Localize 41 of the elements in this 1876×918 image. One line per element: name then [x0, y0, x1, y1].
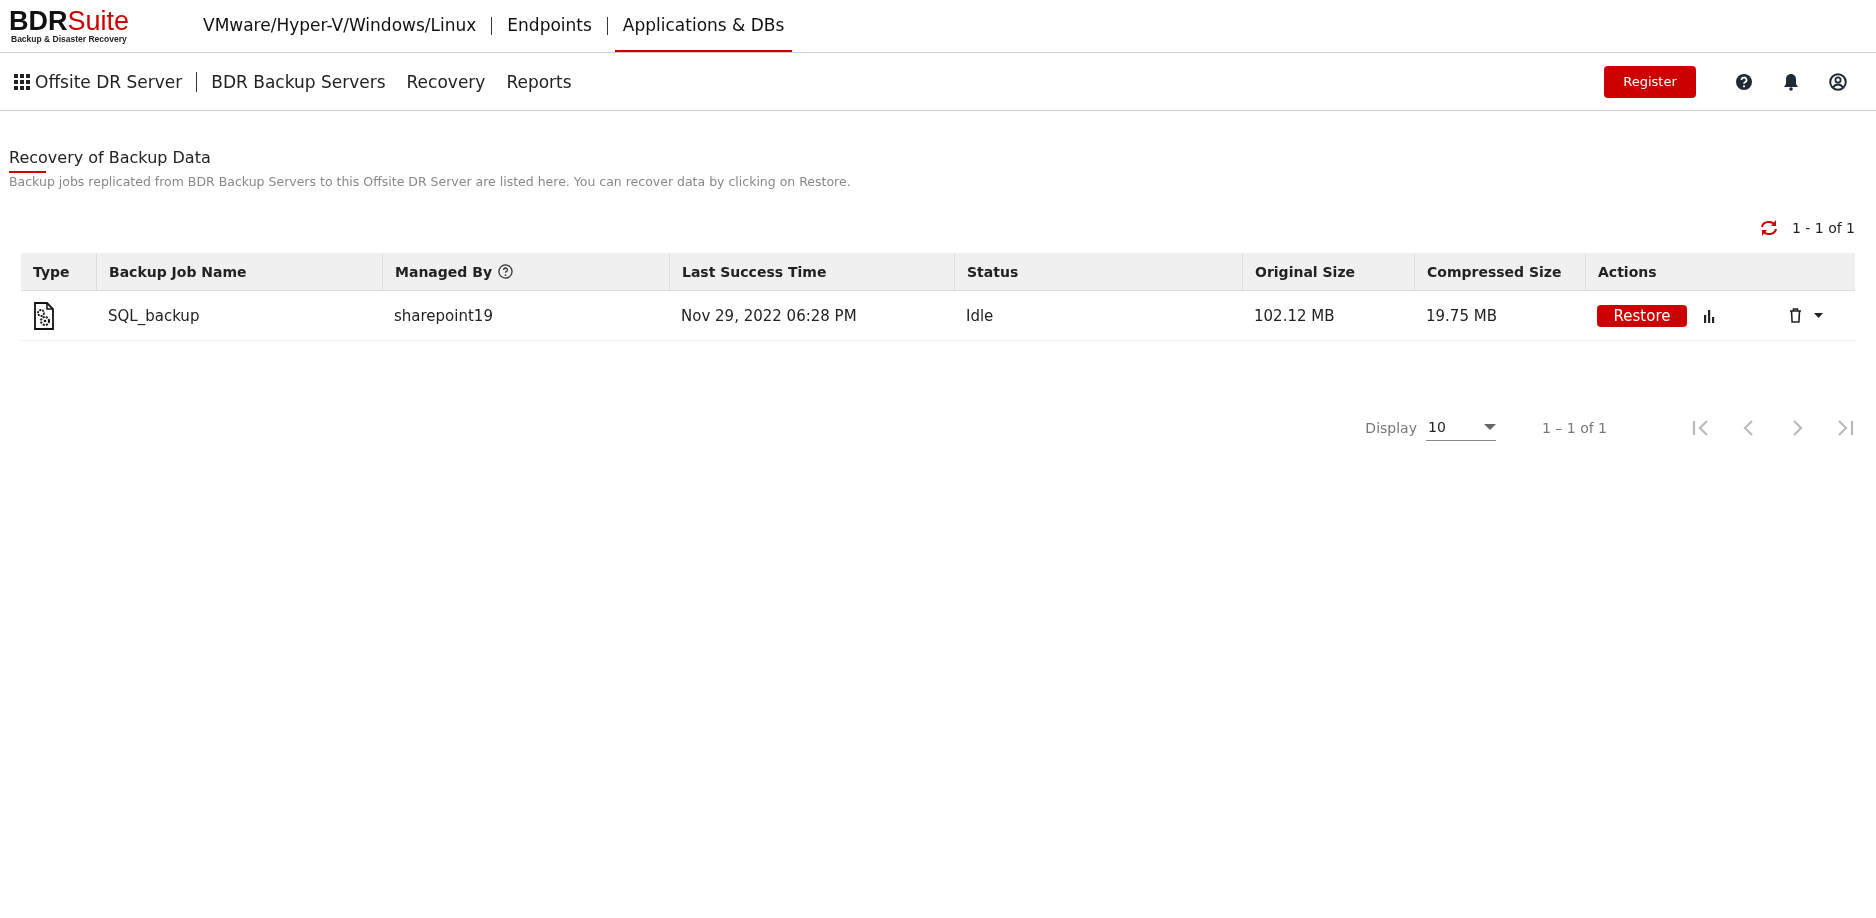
logo-brand-text: BDR [9, 6, 68, 36]
display-label: Display [1365, 420, 1417, 436]
caret-icon [1483, 423, 1496, 431]
restore-button[interactable]: Restore [1597, 304, 1687, 327]
nav-link[interactable]: BDR Backup Servers [211, 71, 386, 92]
logo-brand-suffix: Suite [67, 6, 130, 36]
bell-icon[interactable] [1783, 72, 1799, 91]
bar-chart-icon[interactable] [1703, 308, 1717, 323]
product-tab[interactable]: Applications & DBs [614, 0, 793, 52]
table-cell-text: SQL_backup [107, 305, 201, 327]
help-icon[interactable] [498, 264, 513, 279]
table-cell-text: Nov 29, 2022 06:28 PM [680, 305, 858, 327]
table-cell-text: sharepoint19 [393, 305, 494, 327]
logo-tagline: Backup & Disaster Recovery [10, 34, 128, 44]
file-gears-icon [33, 301, 55, 330]
table-cell-text: Idle [965, 305, 995, 327]
trash-icon[interactable] [1789, 308, 1802, 323]
nav-link[interactable]: Recovery [406, 71, 486, 92]
nav-link[interactable]: Reports [506, 71, 572, 92]
column-header: Backup Job Name [96, 253, 382, 290]
product-tab[interactable]: VMware/Hyper-V/Windows/Linux [195, 0, 485, 52]
server-title: Offsite DR Server [35, 71, 183, 92]
page-range: 1 – 1 of 1 [1541, 420, 1607, 436]
table-cell-text: 19.75 MB [1425, 305, 1498, 327]
page-description: Backup jobs replicated from BDR Backup Servers to this Offsite DR Server are listed here. You can recover data by clicking on Restore. [9, 174, 852, 189]
caret-icon[interactable] [1814, 312, 1823, 319]
column-header: Compressed Size [1414, 253, 1585, 290]
record-count: 1 - 1 of 1 [1791, 220, 1855, 236]
register-button[interactable]: Register [1604, 65, 1696, 98]
column-header: Original Size [1242, 253, 1414, 290]
column-header: Managed By [382, 253, 669, 290]
column-header: Status [954, 253, 1242, 290]
column-header: Type [32, 262, 71, 282]
table-cell-text: 102.12 MB [1253, 305, 1336, 327]
column-header: Actions [1585, 253, 1855, 290]
product-tab[interactable]: Endpoints [499, 0, 600, 52]
page-size-select[interactable]: 10 [1425, 415, 1496, 441]
help-icon[interactable] [1735, 72, 1753, 91]
apps-grid-icon[interactable] [14, 73, 30, 90]
user-icon[interactable] [1829, 72, 1847, 91]
column-header: Last Success Time [669, 253, 954, 290]
